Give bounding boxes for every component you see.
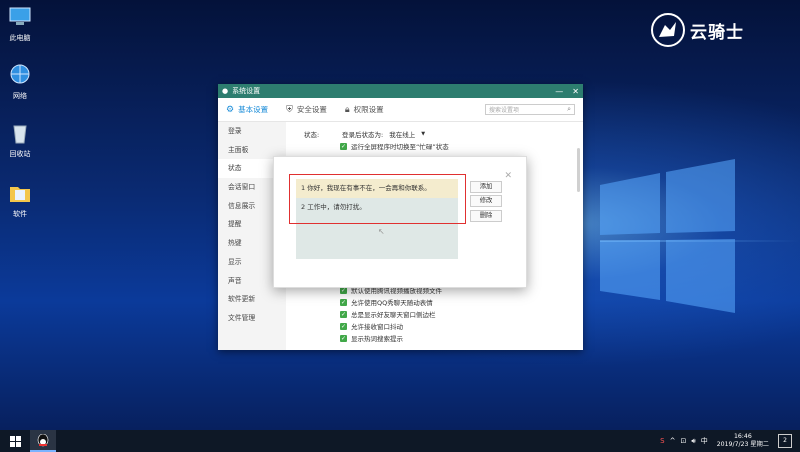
option-label: 总是显示好友聊天窗口侧边栏 [351, 311, 436, 319]
option-row[interactable]: ✓ 显示热词搜索提示 [340, 332, 442, 344]
desktop-icon-recycle-bin[interactable]: 回收站 [3, 122, 37, 159]
volume-icon[interactable]: 🔊︎ [691, 437, 695, 446]
up-arrow-icon[interactable]: ^ [670, 437, 676, 445]
tab-label: 基本设置 [238, 105, 269, 114]
search-placeholder: 搜索设置项 [489, 107, 520, 114]
sidebar-item-software-update[interactable]: 软件更新 [218, 290, 286, 309]
windows-logo-wallpaper [600, 159, 735, 313]
notification-center-button[interactable]: 2 [778, 434, 792, 448]
computer-icon [9, 7, 31, 25]
window-title: 系统设置 [232, 87, 261, 95]
light-beam [600, 240, 800, 242]
desktop-icon-software[interactable]: 软件 [3, 182, 37, 219]
lock-icon: 🔒︎ [344, 104, 350, 115]
chevron-down-icon[interactable]: ▼ [421, 131, 425, 137]
gear-icon: ⚙ [226, 104, 235, 115]
login-status-select[interactable]: 我在线上 [389, 129, 415, 139]
desktop-icon-label: 软件 [13, 210, 27, 218]
option-fullscreen-busy[interactable]: ✓ 运行全屏程序时切换至“忙碌”状态 [340, 140, 583, 152]
clock-date: 2019/7/23 星期二 [716, 441, 769, 448]
tab-label: 权限设置 [353, 105, 384, 114]
auto-reply-dialog: ✕ 1 你好，我现在有事不在，一会再和你联系。 2 工作中，请勿打扰。 添加 修… [273, 156, 527, 288]
status-label: 状态: [304, 131, 320, 139]
windows-start-icon [9, 435, 21, 447]
scrollbar[interactable] [577, 148, 580, 192]
folder-icon [10, 187, 30, 202]
sidebar-item-file-management[interactable]: 文件管理 [218, 309, 286, 328]
search-icon: ⌕ [567, 105, 571, 113]
option-row[interactable]: ✓ 总是显示好友聊天窗口侧边栏 [340, 308, 442, 320]
lower-options: ✓ 默认使用腾讯视频播放视频文件 ✓ 允许使用QQ秀聊天随动表情 ✓ 总是显示好… [340, 284, 442, 344]
taskbar: S ^ ⊡ 🔊︎ 中 16:46 2019/7/23 星期二 2 [0, 430, 800, 452]
checkbox-checked-icon[interactable]: ✓ [340, 298, 347, 306]
shield-icon: ⛨ [286, 104, 293, 115]
brand-watermark: 云骑士 [650, 12, 744, 48]
desktop-icon-this-pc[interactable]: 此电脑 [3, 6, 37, 43]
sidebar-item-login[interactable]: 登录 [218, 122, 286, 141]
option-row[interactable]: ✓ 允许使用QQ秀聊天随动表情 [340, 296, 442, 308]
qq-penguin-icon: ● [222, 87, 229, 95]
option-row[interactable]: ✓ 允许接收窗口抖动 [340, 320, 442, 332]
tab-permission-settings[interactable]: 🔒︎ 权限设置 [345, 104, 384, 115]
qq-penguin-icon [37, 433, 49, 446]
login-status-row: 状态: 登录后状态为: 我在线上 ▼ [304, 128, 583, 140]
desktop-icon-label: 此电脑 [9, 34, 31, 42]
window-titlebar: ● 系统设置 — ✕ [218, 84, 583, 98]
option-label: 允许使用QQ秀聊天随动表情 [351, 299, 433, 307]
highlight-annotation-box [289, 174, 466, 224]
add-button[interactable]: 添加 [470, 181, 502, 193]
checkbox-checked-icon[interactable]: ✓ [340, 322, 347, 330]
option-label: 显示热词搜索提示 [351, 335, 403, 343]
taskbar-qq-app[interactable] [30, 430, 56, 452]
checkbox-checked-icon[interactable]: ✓ [340, 334, 347, 342]
input-method-icon[interactable]: S [660, 437, 664, 445]
mouse-cursor-icon: ↖ [378, 227, 385, 236]
search-input[interactable]: 搜索设置项 ⌕ [485, 104, 575, 115]
knight-logo-icon [651, 13, 685, 47]
close-icon[interactable]: ✕ [572, 87, 579, 96]
checkbox-checked-icon[interactable]: ✓ [340, 310, 347, 318]
desktop-icon-label: 回收站 [9, 150, 31, 158]
settings-tabs: ⚙ 基本设置 ⛨ 安全设置 🔒︎ 权限设置 搜索设置项 ⌕ [218, 98, 583, 122]
system-tray: S ^ ⊡ 🔊︎ 中 16:46 2019/7/23 星期二 2 [660, 433, 800, 449]
recycle-bin-icon [13, 125, 27, 144]
delete-button[interactable]: 删除 [470, 210, 502, 222]
network-icon [10, 64, 30, 84]
clock-time: 16:46 [733, 433, 752, 440]
tab-basic-settings[interactable]: ⚙ 基本设置 [226, 104, 268, 115]
checkbox-checked-icon[interactable]: ✓ [340, 142, 347, 150]
desktop-icon-network[interactable]: 网络 [3, 64, 37, 101]
clock[interactable]: 16:46 2019/7/23 星期二 [717, 433, 769, 449]
tab-label: 安全设置 [296, 105, 327, 114]
desktop-icon-label: 网络 [13, 92, 27, 100]
close-icon[interactable]: ✕ [504, 171, 512, 181]
edit-button[interactable]: 修改 [470, 195, 502, 207]
language-indicator[interactable]: 中 [701, 436, 708, 446]
start-button[interactable] [0, 430, 30, 452]
option-label: 允许接收窗口抖动 [351, 323, 403, 331]
option-label: 运行全屏程序时切换至“忙碌”状态 [351, 143, 449, 151]
network-icon[interactable]: ⊡ [680, 437, 686, 445]
brand-name: 云骑士 [690, 22, 744, 43]
tab-security-settings[interactable]: ⛨ 安全设置 [286, 104, 327, 115]
minimize-icon[interactable]: — [555, 87, 563, 96]
login-status-label: 登录后状态为: [342, 131, 384, 139]
